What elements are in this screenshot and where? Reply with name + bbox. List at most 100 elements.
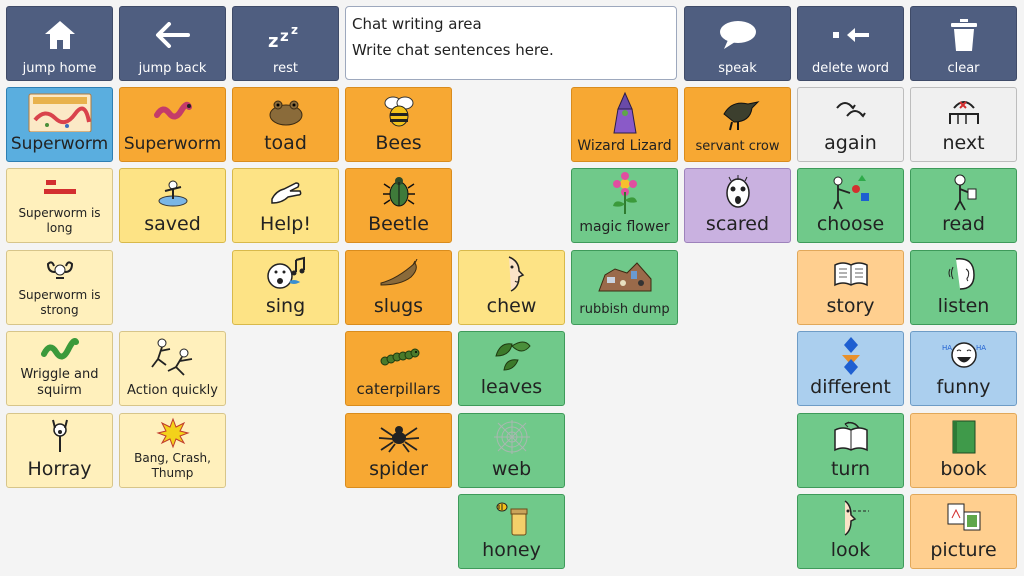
- cell-rubbish-dump[interactable]: rubbish dump: [571, 250, 678, 325]
- cell-caterpillars[interactable]: caterpillars: [345, 331, 452, 406]
- label: rubbish dump: [579, 301, 670, 317]
- cell-listen[interactable]: listen: [910, 250, 1017, 325]
- cell-chew[interactable]: chew: [458, 250, 565, 325]
- label: Beetle: [368, 213, 429, 235]
- jump-home-button[interactable]: jump home: [6, 6, 113, 81]
- speak-button[interactable]: speak: [684, 6, 791, 81]
- cell-slugs[interactable]: slugs: [345, 250, 452, 325]
- home-icon: [7, 7, 112, 62]
- leaves-icon: [459, 332, 564, 378]
- label: read: [942, 213, 985, 235]
- cell-help[interactable]: Help!: [232, 168, 339, 243]
- label: funny: [936, 376, 991, 398]
- cell-book[interactable]: book: [910, 413, 1017, 488]
- raised-hand-icon: [233, 169, 338, 215]
- rescue-icon: [120, 169, 225, 215]
- label: Superworm is strong: [18, 288, 101, 317]
- cell-turn[interactable]: turn: [797, 413, 904, 488]
- rest-button[interactable]: zzz rest: [232, 6, 339, 81]
- slug-icon: [346, 251, 451, 297]
- cell-bang-crash-thump[interactable]: Bang, Crash, Thump: [119, 413, 226, 488]
- label: caterpillars: [356, 380, 441, 398]
- cell-saved[interactable]: saved: [119, 168, 226, 243]
- chat-writing-area[interactable]: Chat writing area Write chat sentences h…: [345, 6, 677, 80]
- cell-servant-crow[interactable]: servant crow: [684, 87, 791, 162]
- cell-web[interactable]: web: [458, 413, 565, 488]
- caterpillar-icon: [346, 332, 451, 382]
- cell-horray[interactable]: Horray: [6, 413, 113, 488]
- flower-icon: [572, 169, 677, 219]
- label: Horray: [27, 458, 92, 480]
- label: honey: [482, 539, 541, 561]
- svg-text:HA: HA: [976, 344, 986, 352]
- label: next: [942, 132, 985, 154]
- open-book-icon: [798, 251, 903, 297]
- cell-action-quickly[interactable]: Action quickly: [119, 331, 226, 406]
- clear-button[interactable]: clear: [910, 6, 1017, 81]
- svg-text:z: z: [268, 31, 278, 50]
- cell-story[interactable]: story: [797, 250, 904, 325]
- different-shapes-icon: [798, 332, 903, 378]
- cell-scared[interactable]: scared: [684, 168, 791, 243]
- cell-beetle[interactable]: Beetle: [345, 168, 452, 243]
- label: web: [491, 458, 532, 480]
- cell-read[interactable]: read: [910, 168, 1017, 243]
- cell-sing[interactable]: sing: [232, 250, 339, 325]
- label: toad: [264, 132, 307, 154]
- label: picture: [930, 539, 997, 561]
- label: Superworm: [10, 134, 109, 154]
- label: story: [826, 295, 875, 317]
- label: saved: [144, 213, 201, 235]
- jump-home-label: jump home: [22, 61, 97, 76]
- jump-back-button[interactable]: jump back: [119, 6, 226, 81]
- running-figures-icon: [120, 332, 225, 383]
- label: listen: [937, 295, 990, 317]
- listening-ear-icon: [911, 251, 1016, 297]
- sleep-zzz-icon: zzz: [233, 7, 338, 62]
- label: Wriggle and squirm: [20, 366, 99, 398]
- spider-web-icon: [459, 414, 564, 460]
- cell-different[interactable]: different: [797, 331, 904, 406]
- cell-funny[interactable]: HA HA funny: [910, 331, 1017, 406]
- trash-bin-icon: [911, 7, 1016, 62]
- turn-page-icon: [798, 414, 903, 460]
- label: sing: [265, 295, 306, 317]
- cell-honey[interactable]: honey: [458, 494, 565, 569]
- cell-picture[interactable]: picture: [910, 494, 1017, 569]
- cell-bees[interactable]: Bees: [345, 87, 452, 162]
- svg-text:z: z: [291, 23, 298, 37]
- cell-next[interactable]: next: [910, 87, 1017, 162]
- label: choose: [816, 213, 885, 235]
- strong-arms-icon: [7, 251, 112, 288]
- choose-shapes-icon: [798, 169, 903, 215]
- cell-superworm[interactable]: Superworm: [119, 87, 226, 162]
- wizard-icon: [572, 88, 677, 138]
- cell-magic-flower[interactable]: magic flower: [571, 168, 678, 243]
- label: again: [824, 132, 877, 154]
- looking-eye-icon: [798, 495, 903, 541]
- spider-icon: [346, 414, 451, 460]
- long-bar-icon: [7, 169, 112, 206]
- rubbish-pile-icon: [572, 251, 677, 302]
- next-icon: [911, 88, 1016, 134]
- cell-toad[interactable]: toad: [232, 87, 339, 162]
- jump-back-label: jump back: [138, 61, 207, 76]
- cell-again[interactable]: again: [797, 87, 904, 162]
- label: scared: [705, 213, 770, 235]
- cell-wriggle-squirm[interactable]: Wriggle and squirm: [6, 331, 113, 406]
- label: magic flower: [579, 218, 670, 235]
- cell-leaves[interactable]: leaves: [458, 331, 565, 406]
- cell-superworm-book[interactable]: Superworm: [6, 87, 113, 162]
- delete-word-button[interactable]: delete word: [797, 6, 904, 81]
- cell-choose[interactable]: choose: [797, 168, 904, 243]
- honey-jar-icon: [459, 495, 564, 541]
- clear-label: clear: [947, 61, 980, 76]
- wriggling-worm-icon: [7, 332, 112, 367]
- cell-spider[interactable]: spider: [345, 413, 452, 488]
- cell-wizard-lizard[interactable]: Wizard Lizard: [571, 87, 678, 162]
- cell-superworm-strong[interactable]: Superworm is strong: [6, 250, 113, 325]
- cheering-person-icon: [7, 414, 112, 460]
- cell-superworm-long[interactable]: Superworm is long: [6, 168, 113, 243]
- cell-look[interactable]: look: [797, 494, 904, 569]
- label: slugs: [373, 295, 424, 317]
